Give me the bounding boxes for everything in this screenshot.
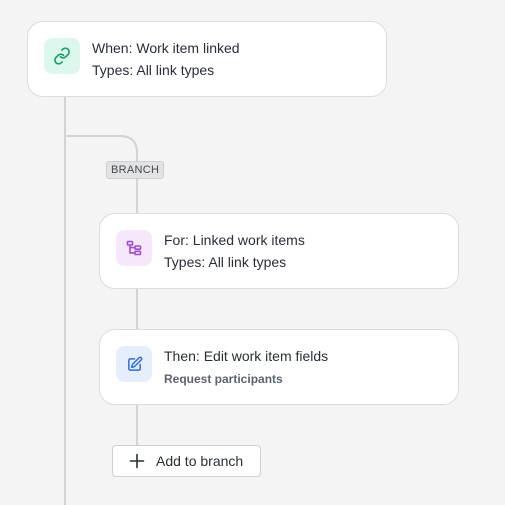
branch-badge: BRANCH [106, 161, 165, 179]
branch-hierarchy-icon [126, 240, 142, 256]
trigger-subtitle: Types: All link types [92, 62, 215, 78]
branch-condition-icon-box [116, 230, 152, 266]
action-subtitle: Request participants [164, 372, 283, 386]
automation-canvas: When: Work item linked Types: All link t… [0, 0, 505, 505]
add-to-branch-label: Add to branch [156, 453, 244, 469]
branch-connector-line-middle [136, 288, 138, 330]
add-to-branch-button[interactable]: Add to branch [112, 445, 261, 477]
branch-connector-line-top [136, 178, 138, 214]
trigger-icon-box [44, 38, 80, 74]
action-title: Then: Edit work item fields [164, 348, 329, 364]
action-icon-box [116, 346, 152, 382]
branch-condition-title: For: Linked work items [164, 232, 305, 248]
link-icon [54, 47, 70, 65]
trigger-card[interactable]: When: Work item linked Types: All link t… [27, 21, 387, 97]
branch-condition-subtitle: Types: All link types [164, 254, 287, 270]
branch-condition-card[interactable]: For: Linked work items Types: All link t… [99, 213, 459, 289]
branch-connector-line-bottom [136, 404, 138, 446]
trigger-title: When: Work item linked [92, 40, 240, 56]
action-card[interactable]: Then: Edit work item fields Request part… [99, 329, 459, 405]
edit-pencil-icon [127, 356, 142, 371]
plus-icon [129, 453, 145, 469]
